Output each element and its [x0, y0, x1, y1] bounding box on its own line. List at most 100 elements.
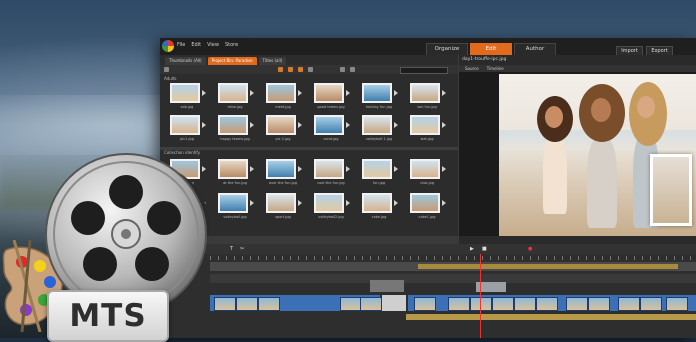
- play-icon[interactable]: ▶: [470, 246, 474, 252]
- library-thumbnail[interactable]: sab.jpg: [170, 83, 206, 109]
- expand-arrow-icon[interactable]: [346, 90, 350, 96]
- thumbnail-image: [412, 85, 438, 101]
- expand-arrow-icon[interactable]: [442, 200, 446, 206]
- expand-arrow-icon[interactable]: [250, 200, 254, 206]
- stop-icon[interactable]: ■: [482, 246, 487, 252]
- audio-clip-2[interactable]: [406, 314, 696, 320]
- thumbnail-image: [268, 195, 294, 211]
- expand-arrow-icon[interactable]: [202, 90, 206, 96]
- clip-frame: [618, 297, 640, 311]
- library-thumbnail[interactable]: reise.jpg: [218, 83, 254, 109]
- library-thumbnail[interactable]: volleyball2.jpg: [314, 193, 350, 219]
- tab-thumbnails[interactable]: Thumbnails (All): [165, 57, 206, 65]
- library-thumbnail[interactable]: meet.jpg: [266, 83, 302, 109]
- split-tool-icon[interactable]: ✂: [240, 246, 244, 252]
- library-thumbnail[interactable]: pic 2.jpg: [266, 115, 302, 141]
- expand-arrow-icon[interactable]: [298, 166, 302, 172]
- library-thumbnail[interactable]: club.jpg: [410, 159, 446, 185]
- tab-titles[interactable]: Titles (all): [258, 57, 287, 65]
- library-thumbnail[interactable]: fun.jpg: [362, 159, 398, 185]
- expand-arrow-icon[interactable]: [346, 200, 350, 206]
- expand-arrow-icon[interactable]: [202, 122, 206, 128]
- expand-arrow-icon[interactable]: [394, 90, 398, 96]
- thumbnail-label: good teams.jpg: [317, 105, 345, 109]
- track-2[interactable]: [210, 274, 696, 283]
- thumbnail-label: sport.jpg: [275, 215, 291, 219]
- library-thumbnail[interactable]: volleyball.jpg: [218, 193, 254, 219]
- expand-arrow-icon[interactable]: [394, 200, 398, 206]
- mts-badge: MTS: [47, 290, 169, 342]
- library-thumbnail[interactable]: at the fun.jpg: [218, 159, 254, 185]
- expand-arrow-icon[interactable]: [394, 122, 398, 128]
- thumbnail-image: [364, 85, 390, 101]
- tag-icon[interactable]: [298, 67, 303, 72]
- expand-arrow-icon[interactable]: [298, 122, 302, 128]
- thumbnail-label: over the fun.jpg: [269, 181, 297, 185]
- library-thumbnail[interactable]: holiday fun.jpg: [362, 83, 398, 109]
- library-thumbnail[interactable]: wat.jpg: [410, 115, 446, 141]
- menu-view[interactable]: View: [207, 42, 219, 48]
- view-icon[interactable]: [164, 67, 169, 72]
- expand-arrow-icon[interactable]: [250, 90, 254, 96]
- rating-icon[interactable]: [308, 67, 313, 72]
- expand-arrow-icon[interactable]: [442, 90, 446, 96]
- library-thumbnail[interactable]: good teams.jpg: [314, 83, 350, 109]
- video-clip-1[interactable]: [210, 295, 382, 311]
- filter-icon[interactable]: [278, 67, 283, 72]
- clip-frame: [340, 297, 362, 311]
- menu-store[interactable]: Store: [225, 42, 238, 48]
- preview-controls: [459, 236, 696, 244]
- expand-arrow-icon[interactable]: [394, 166, 398, 172]
- clip-frame: [666, 297, 688, 311]
- thumbnail-image: [316, 195, 342, 211]
- thumbnail-image: [412, 117, 438, 133]
- library-thumbnail[interactable]: volleyball 1.jpg: [362, 115, 398, 141]
- video-clip-2[interactable]: [408, 295, 696, 311]
- library-thumbnail[interactable]: happy teams.jpg: [218, 115, 254, 141]
- library-thumbnail[interactable]: cake1.jpg: [410, 193, 446, 219]
- library-thumbnail[interactable]: over the fun.jpg: [266, 159, 302, 185]
- library-thumbnail[interactable]: cool the fun.jpg: [314, 159, 350, 185]
- video-editor-window: File Edit View Store Organize Edit Autho…: [160, 38, 696, 338]
- library-thumbnail[interactable]: pic1.jpg: [170, 115, 206, 141]
- thumbnail-image: [220, 195, 246, 211]
- clip-frame: [258, 297, 280, 311]
- library-thumbnail[interactable]: cond.jpg: [314, 115, 350, 141]
- tab-timeline[interactable]: Timeline: [487, 65, 504, 72]
- thumbnail-image: [220, 85, 246, 101]
- section-adults: Adults: [164, 76, 177, 81]
- library-search-input[interactable]: [400, 67, 448, 74]
- menu-edit[interactable]: Edit: [191, 42, 201, 48]
- zoom-icon[interactable]: [350, 67, 355, 72]
- expand-arrow-icon[interactable]: [346, 122, 350, 128]
- timeline-ruler[interactable]: [210, 256, 696, 260]
- library-thumbnail[interactable]: son fun.jpg: [410, 83, 446, 109]
- expand-arrow-icon[interactable]: [298, 90, 302, 96]
- photo-inset-image: [653, 157, 689, 223]
- thumbnail-image: [364, 161, 390, 177]
- title-clip-1[interactable]: [370, 280, 404, 292]
- app-logo-icon[interactable]: [162, 40, 174, 52]
- expand-arrow-icon[interactable]: [250, 122, 254, 128]
- playhead[interactable]: [480, 254, 481, 338]
- transition-1[interactable]: [382, 295, 406, 311]
- expand-arrow-icon[interactable]: [346, 166, 350, 172]
- record-icon[interactable]: ●: [528, 246, 532, 252]
- thumbnail-image: [412, 195, 438, 211]
- list-icon[interactable]: [340, 67, 345, 72]
- tab-source[interactable]: Source: [465, 65, 479, 72]
- clip-frame: [566, 297, 588, 311]
- expand-arrow-icon[interactable]: [250, 166, 254, 172]
- expand-arrow-icon[interactable]: [298, 200, 302, 206]
- thumbnail-label: pic1.jpg: [180, 137, 194, 141]
- tab-project-bin[interactable]: Project Bin: Paradise: [207, 57, 257, 65]
- menu-file[interactable]: File: [177, 42, 185, 48]
- expand-arrow-icon[interactable]: [442, 122, 446, 128]
- library-thumbnail[interactable]: cake.jpg: [362, 193, 398, 219]
- thumbnail-label: fun.jpg: [372, 181, 386, 185]
- audio-clip-1[interactable]: [418, 264, 678, 269]
- sort-icon[interactable]: [288, 67, 293, 72]
- text-tool-icon[interactable]: T: [230, 246, 233, 252]
- library-thumbnail[interactable]: sport.jpg: [266, 193, 302, 219]
- expand-arrow-icon[interactable]: [442, 166, 446, 172]
